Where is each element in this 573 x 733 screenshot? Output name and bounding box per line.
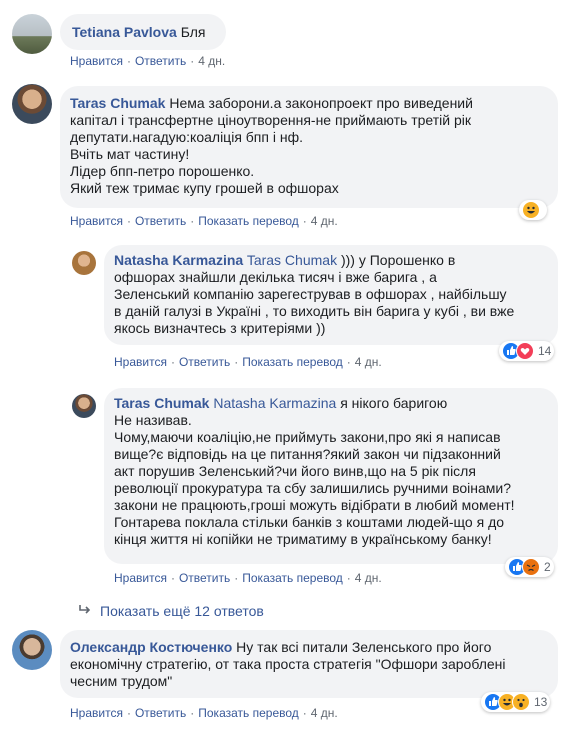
mention-link[interactable]: Taras Chumak [247,252,337,268]
separator: · [170,355,175,369]
comment-text-line: депутати.нагадую:коаліція бпп і нф. [70,129,303,145]
separator: · [234,571,239,585]
reply-link[interactable]: Ответить [179,571,230,585]
comment-text-line: я нікого баригою [340,395,448,411]
separator: · [234,355,239,369]
comment-text-line: Гонтарева поклала стільки банків з кошта… [114,514,505,530]
reaction-count: 13 [534,695,548,709]
haha-icon [522,201,540,219]
comment-text: Бля [180,24,206,40]
separator: · [126,54,131,68]
separator: · [170,571,175,585]
reaction-summary[interactable]: 14 [499,341,555,361]
comment-actions: Нравится · Ответить · Показать перевод · 4 дн. [114,571,382,585]
comment-text-line: Зеленський компанію зарегестрував в офшо… [114,286,507,302]
avatar[interactable] [12,14,52,54]
comment-text-line: офшорах знайшли декілька тисяч і вже бар… [114,269,437,285]
reaction-count: 2 [544,560,551,574]
comment-actions: Нравится · Ответить · 4 дн. [70,54,225,68]
comment-text-line: Який теж тримає купу грошей в офшорах [70,180,339,196]
like-link[interactable]: Нравится [114,571,167,585]
separator: · [302,706,307,720]
timestamp[interactable]: 4 дн. [311,214,338,228]
comment-actions: Нравится · Ответить · Показать перевод · 4 дн. [70,706,338,720]
comment-bubble: Taras Chumak Нема заборони.а законопроек… [60,86,558,208]
timestamp[interactable]: 4 дн. [355,355,382,369]
like-link[interactable]: Нравится [114,355,167,369]
author-name[interactable]: Taras Chumak [114,395,209,411]
comment-actions: Нравится · Ответить · Показать перевод · 4 дн. [114,355,382,369]
timestamp[interactable]: 4 дн. [355,571,382,585]
show-more-label[interactable]: Показать ещё 12 ответов [100,603,264,619]
comment-text-line: Вчіть мат частину! [70,146,190,162]
comment-text-line: революції прокуратура та сбу залишились … [114,480,512,496]
separator: · [302,214,307,228]
reply-bubble: Natasha Karmazina Taras Chumak ))) у Пор… [104,245,558,345]
comment-text-line: закони не працюють,гроші можуть відібрат… [114,497,515,513]
comment-text-line: чесним трудом" [70,673,173,689]
comment-text-line: кінця життя ні копійки не триматиму в ук… [114,531,492,547]
comment-text-line: капітал і трансфертне ціноутворення-не п… [70,112,471,128]
comment-text-line: Лідер бпп-петро порошенко. [70,163,255,179]
reply-link[interactable]: Ответить [135,54,186,68]
angry-icon [522,558,540,576]
comment-bubble: Олександр Костюченко Ну так всі питали З… [60,630,558,698]
avatar[interactable] [12,84,52,124]
like-link[interactable]: Нравится [70,214,123,228]
comment-bubble: Tetiana Pavlova Бля [60,14,226,50]
reply-link[interactable]: Ответить [135,214,186,228]
reaction-summary[interactable]: 13 [481,692,551,712]
comment-text-line: Ну так всі питали Зеленського про його [236,639,492,655]
comment-text-line: Нема заборони.а законопроект про виведен… [169,95,473,111]
comment-text-line: економічну стратегію, от така проста стр… [70,656,506,672]
wow-icon [512,693,530,711]
reaction-summary[interactable] [519,200,547,220]
like-link[interactable]: Нравится [70,706,123,720]
separator: · [126,706,131,720]
translate-link[interactable]: Показать перевод [198,214,299,228]
comment-text-line: ))) у Порошенко в [340,252,456,268]
separator: · [346,571,351,585]
reply-bubble: Taras Chumak Natasha Karmazina я нікого … [104,388,558,564]
reaction-summary[interactable]: 2 [505,557,554,577]
separator: · [190,706,195,720]
separator: · [190,214,195,228]
love-icon [516,342,534,360]
comment-text-line: акт порушив Зеленський?чи його винв,що н… [114,463,476,479]
reaction-count: 14 [538,344,552,358]
author-name[interactable]: Natasha Karmazina [114,252,243,268]
author-name[interactable]: Олександр Костюченко [70,639,232,655]
separator: · [126,214,131,228]
reply-link[interactable]: Ответить [135,706,186,720]
translate-link[interactable]: Показать перевод [198,706,299,720]
author-name[interactable]: Tetiana Pavlova [72,24,177,40]
comment-text-line: в даній галузі в Україні , то виходить в… [114,303,515,319]
separator: · [346,355,351,369]
author-name[interactable]: Taras Chumak [70,95,165,111]
reply-arrow-icon [78,603,92,619]
like-link[interactable]: Нравится [70,54,123,68]
avatar[interactable] [72,394,96,418]
avatar[interactable] [12,630,52,670]
timestamp[interactable]: 4 дн. [311,706,338,720]
timestamp[interactable]: 4 дн. [198,54,225,68]
comment-text-line: якось визначтесь з критеріями )) [114,320,326,336]
reply-link[interactable]: Ответить [179,355,230,369]
show-more-replies[interactable]: Показать ещё 12 ответов [78,603,264,619]
translate-link[interactable]: Показать перевод [242,355,343,369]
comment-text-line: вище?є відповідь на це питання?який зако… [114,446,501,462]
translate-link[interactable]: Показать перевод [242,571,343,585]
separator: · [190,54,195,68]
avatar[interactable] [72,251,96,275]
comment-text-line: Не називав. [114,412,192,428]
mention-link[interactable]: Natasha Karmazina [213,395,336,411]
comment-actions: Нравится · Ответить · Показать перевод · 4 дн. [70,214,338,228]
comment-text-line: Чому,маючи коаліцію,не приймуть закони,п… [114,429,501,445]
